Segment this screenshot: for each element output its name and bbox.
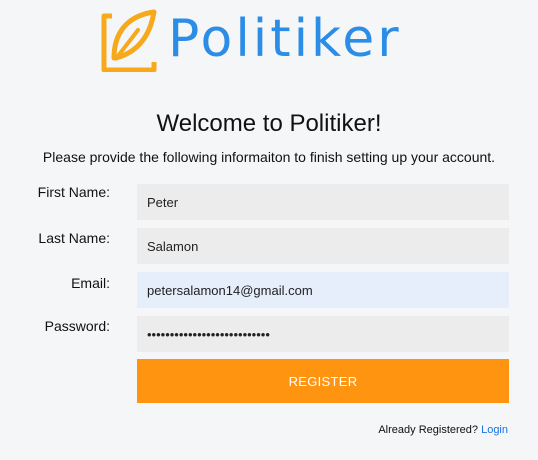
email-label: Email: bbox=[71, 275, 110, 291]
first-name-field[interactable] bbox=[137, 184, 509, 220]
feather-bookmark-icon bbox=[101, 9, 157, 72]
register-button[interactable]: REGISTER bbox=[137, 359, 509, 403]
password-field[interactable] bbox=[137, 316, 509, 352]
page-title: Welcome to Politiker! bbox=[156, 110, 382, 137]
first-name-label: First Name: bbox=[37, 184, 110, 200]
login-prompt: Already Registered? Login bbox=[378, 424, 508, 436]
brand-logo: Politiker bbox=[98, 6, 402, 72]
password-label: Password: bbox=[44, 318, 110, 334]
last-name-label: Last Name: bbox=[38, 230, 110, 246]
login-prompt-text: Already Registered? bbox=[378, 424, 479, 436]
email-field[interactable] bbox=[137, 272, 509, 308]
last-name-field[interactable] bbox=[137, 228, 509, 264]
page-subtitle: Please provide the following informaiton… bbox=[42, 149, 496, 165]
brand-name: Politiker bbox=[168, 9, 402, 69]
login-link[interactable]: Login bbox=[481, 424, 508, 436]
